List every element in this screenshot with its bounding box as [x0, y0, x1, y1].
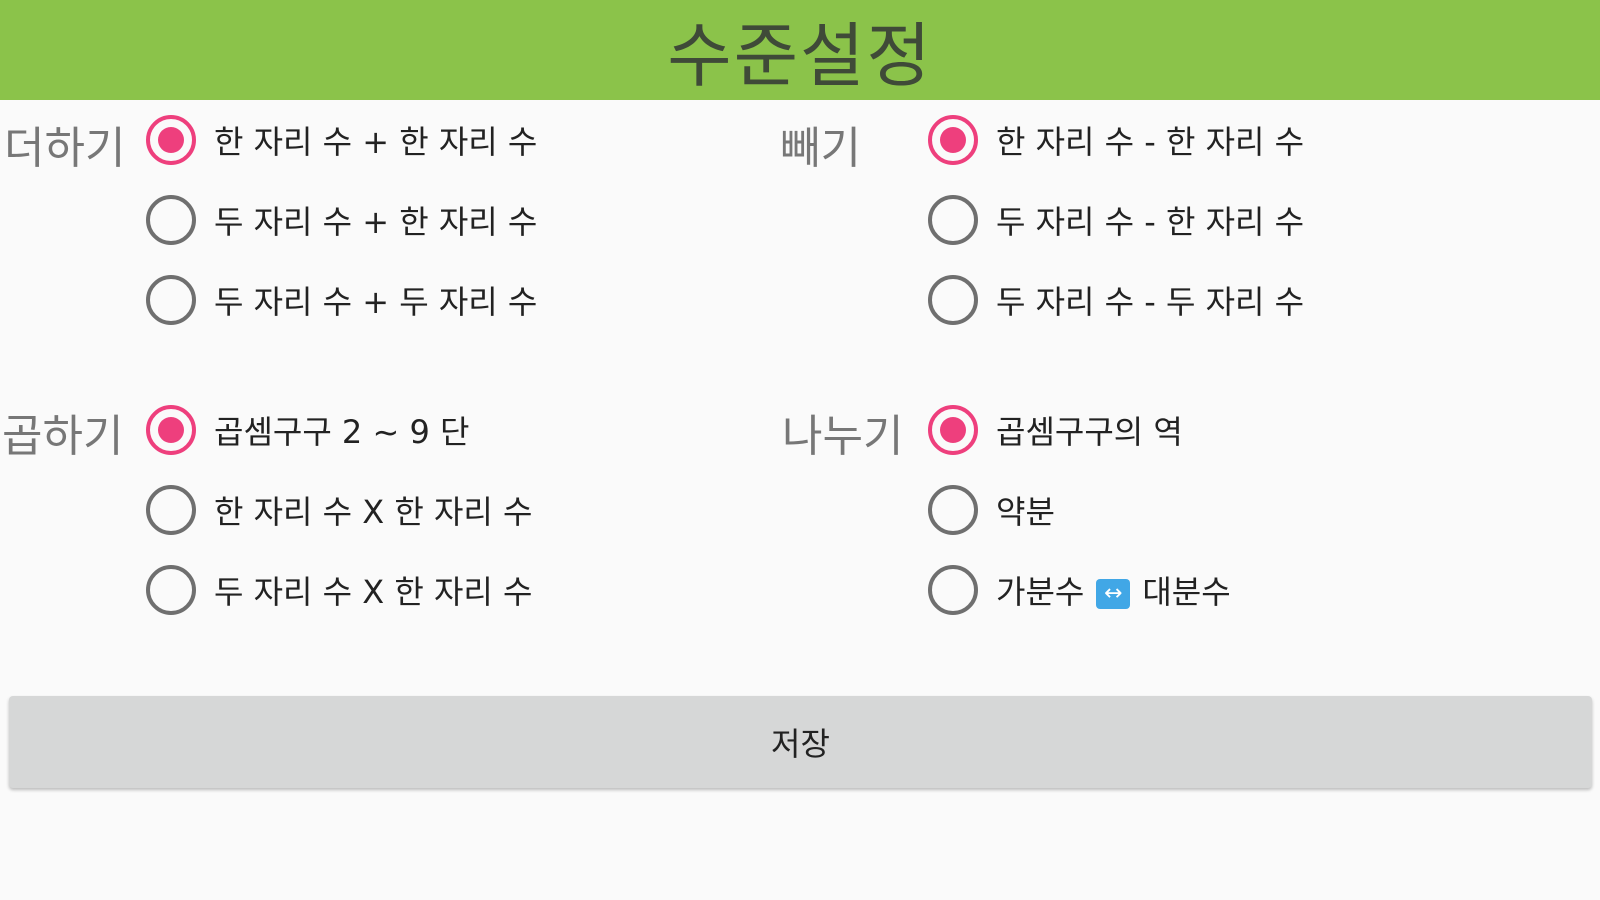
add-option-3[interactable]: 두 자리 수 + 두 자리 수: [146, 270, 537, 330]
multiply-option-3-label: 두 자리 수 X 한 자리 수: [214, 573, 533, 611]
divide-option-3[interactable]: 가분수 ↔ 대분수: [928, 560, 1231, 620]
radio-button[interactable]: [928, 275, 978, 325]
radio-button[interactable]: [928, 195, 978, 245]
divide-option-2-label: 약분: [996, 493, 1055, 531]
group-label-add: 더하기: [4, 123, 126, 174]
radio-button[interactable]: [928, 485, 978, 535]
multiply-option-2-label: 한 자리 수 X 한 자리 수: [214, 493, 533, 531]
multiply-option-1[interactable]: 곱셈구구 2 ~ 9 단: [146, 400, 469, 460]
subtract-option-1[interactable]: 한 자리 수 - 한 자리 수: [928, 110, 1304, 170]
radio-button[interactable]: [146, 485, 196, 535]
multiply-option-2[interactable]: 한 자리 수 X 한 자리 수: [146, 480, 532, 540]
radio-button-checked[interactable]: [928, 115, 978, 165]
subtract-option-3-label: 두 자리 수 - 두 자리 수: [996, 283, 1305, 321]
add-option-2-label: 두 자리 수 + 한 자리 수: [214, 203, 538, 241]
radio-button[interactable]: [928, 565, 978, 615]
app-header: 수준설정: [0, 0, 1600, 100]
radio-button-checked[interactable]: [146, 115, 196, 165]
divide-option-1[interactable]: 곱셈구구의 역: [928, 400, 1183, 460]
divide-option-3-label-left: 가분수: [996, 573, 1085, 611]
radio-button-checked[interactable]: [146, 405, 196, 455]
group-label-subtract: 빼기: [780, 123, 861, 174]
left-right-arrow-icon: ↔: [1096, 579, 1131, 609]
divide-option-3-label-right: 대분수: [1142, 573, 1231, 611]
subtract-option-1-label: 한 자리 수 - 한 자리 수: [996, 123, 1305, 161]
subtract-option-3[interactable]: 두 자리 수 - 두 자리 수: [928, 270, 1304, 330]
add-option-1[interactable]: 한 자리 수 + 한 자리 수: [146, 110, 537, 170]
group-label-multiply: 곱하기: [2, 411, 124, 462]
subtract-option-2-label: 두 자리 수 - 한 자리 수: [996, 203, 1305, 241]
divide-option-2[interactable]: 약분: [928, 480, 1055, 540]
radio-button[interactable]: [146, 275, 196, 325]
add-option-2[interactable]: 두 자리 수 + 한 자리 수: [146, 190, 537, 250]
subtract-option-2[interactable]: 두 자리 수 - 한 자리 수: [928, 190, 1304, 250]
divide-option-3-label: 가분수 ↔ 대분수: [996, 567, 1231, 613]
save-button[interactable]: 저장: [9, 696, 1592, 788]
group-label-divide: 나누기: [782, 411, 904, 462]
divide-option-1-label: 곱셈구구의 역: [996, 413, 1183, 451]
multiply-option-3[interactable]: 두 자리 수 X 한 자리 수: [146, 560, 532, 620]
radio-button[interactable]: [146, 565, 196, 615]
radio-button-checked[interactable]: [928, 405, 978, 455]
multiply-option-1-label: 곱셈구구 2 ~ 9 단: [214, 413, 470, 451]
add-option-3-label: 두 자리 수 + 두 자리 수: [214, 283, 538, 321]
page-title: 수준설정: [667, 14, 933, 97]
add-option-1-label: 한 자리 수 + 한 자리 수: [214, 123, 538, 161]
radio-button[interactable]: [146, 195, 196, 245]
